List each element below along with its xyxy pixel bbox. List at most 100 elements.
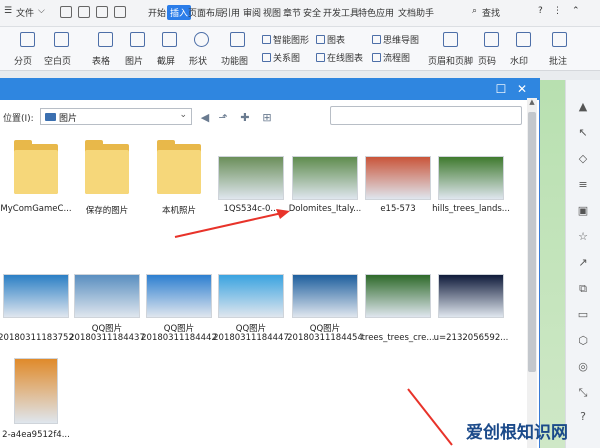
blank-page-button[interactable]: 空白页 (44, 54, 71, 67)
menu-home[interactable]: 开始 (148, 6, 166, 19)
image-item[interactable]: e15-573 (362, 136, 434, 226)
annotation-arrow (407, 388, 453, 446)
hamburger-icon[interactable]: ☰ (4, 6, 12, 16)
search-label[interactable]: 查找 (482, 6, 500, 19)
save-icon[interactable] (60, 6, 72, 18)
help-icon[interactable]: ? (538, 6, 543, 16)
menu-file[interactable]: 文件 (16, 6, 34, 19)
menu-section[interactable]: 章节 (283, 6, 301, 19)
online-chart-button[interactable]: 在线图表 (316, 51, 363, 64)
file-name-label: 20180311184447 (213, 333, 289, 343)
image-thumbnail (292, 156, 358, 200)
menu-page-layout[interactable]: 页面布局 (188, 6, 224, 19)
watermark-text: 爱创根知识网 (466, 423, 568, 443)
cursor-icon[interactable]: ↖ (576, 126, 590, 140)
search-input[interactable] (330, 106, 522, 125)
menu-doc-assistant[interactable]: 文档助手 (398, 6, 434, 19)
resize-icon[interactable]: ⤡ (576, 386, 590, 400)
image-item[interactable]: u=2132056592... (434, 254, 508, 344)
image-item[interactable]: 2-a4ea9512f4... (0, 358, 72, 448)
file-name-label: u=2132056592... (433, 333, 509, 343)
compass-icon[interactable]: ◎ (576, 360, 590, 374)
screenshot-button[interactable]: 截屏 (157, 54, 175, 67)
image-item[interactable]: QQ图片 20180311184454 (287, 254, 363, 344)
star-icon[interactable]: ☆ (576, 230, 590, 244)
settings-sliders-icon[interactable]: ≡ (576, 178, 590, 192)
image-thumbnail (3, 274, 69, 318)
page-number-button[interactable]: 页码 (478, 54, 496, 67)
comment-button[interactable]: 批注 (549, 54, 567, 67)
table-button[interactable]: 表格 (92, 54, 110, 67)
watermark-button[interactable]: 水印 (510, 54, 528, 67)
function-chart-icon[interactable] (230, 32, 245, 47)
document-background (540, 80, 565, 448)
location-dropdown[interactable]: 图片 ⌄ (40, 108, 192, 125)
menu-special-apps[interactable]: 特色应用 (358, 6, 394, 19)
chart-button[interactable]: 图表 (316, 33, 345, 46)
menu-security[interactable]: 安全 (303, 6, 321, 19)
file-name-label: 2-a4ea9512f4... (2, 430, 70, 440)
chevron-down-icon: ⌄ (179, 110, 187, 120)
more-icon[interactable]: ⋮ (553, 6, 562, 16)
box-icon[interactable]: ▭ (576, 308, 590, 322)
picture-icon[interactable] (130, 32, 145, 47)
menu-review[interactable]: 审阅 (243, 6, 261, 19)
close-icon[interactable]: ✕ (514, 81, 530, 97)
image-item[interactable]: trees_trees_cre... (362, 254, 434, 344)
table-icon[interactable] (98, 32, 113, 47)
ribbon-toolbar: 分页 空白页 表格 图片 截屏 形状 功能图 智能图形 关系图 图表 在线图表 … (0, 27, 600, 71)
page-break-icon[interactable] (20, 32, 35, 47)
scroll-up-arrow[interactable]: ▲ (527, 98, 537, 108)
page-break-button[interactable]: 分页 (14, 54, 32, 67)
flowchart-icon (372, 53, 381, 62)
chevron-down-icon[interactable]: ⌵ (38, 6, 45, 16)
image-item[interactable]: QQ图片 20180311184442 (141, 254, 217, 344)
folder-item[interactable]: MyComGameC... (0, 136, 72, 226)
blank-page-icon[interactable] (54, 32, 69, 47)
smart-graphic-button[interactable]: 智能图形 (262, 33, 309, 46)
scroll-up-icon[interactable]: ▲ (576, 100, 590, 114)
page-number-icon[interactable] (484, 32, 499, 47)
screenshot-icon[interactable] (162, 32, 177, 47)
relation-chart-button[interactable]: 关系图 (262, 51, 300, 64)
mind-map-button[interactable]: 思维导图 (372, 33, 419, 46)
image-thumbnail (438, 274, 504, 318)
flowchart-button[interactable]: 流程图 (372, 51, 410, 64)
function-chart-button[interactable]: 功能图 (221, 54, 248, 67)
shape-tool-icon[interactable]: ◇ (576, 152, 590, 166)
back-icon[interactable]: ◀ (198, 111, 212, 125)
shape-button[interactable]: 形状 (189, 54, 207, 67)
cube-icon[interactable]: ⬡ (576, 334, 590, 348)
menu-bar: ☰ 文件 ⌵ 开始 插入 页面布局 引用 审阅 视图 章节 安全 开发工具 特色… (0, 0, 600, 27)
help-circle-icon[interactable]: ? (576, 410, 590, 424)
menu-view[interactable]: 视图 (263, 6, 281, 19)
menu-references[interactable]: 引用 (222, 6, 240, 19)
folder-item[interactable]: 保存的图片 (71, 136, 143, 226)
menu-developer[interactable]: 开发工具 (323, 6, 359, 19)
watermark-icon[interactable] (516, 32, 531, 47)
image-item[interactable]: QQ图片 20180311184447 (213, 254, 289, 344)
comment-icon[interactable] (552, 32, 567, 47)
maximize-icon[interactable]: ☐ (493, 81, 509, 97)
layers-icon[interactable]: ⧉ (576, 282, 590, 296)
new-folder-icon[interactable]: ✚ (238, 111, 252, 125)
picture-button[interactable]: 图片 (125, 54, 143, 67)
image-item[interactable]: hills_trees_lands... (432, 136, 510, 226)
shape-icon[interactable] (194, 32, 209, 47)
vertical-scrollbar[interactable]: ▲ (527, 98, 537, 448)
scroll-thumb[interactable] (528, 112, 536, 372)
image-item[interactable]: QQ图片 20180311184437 (69, 254, 145, 344)
preview-icon[interactable] (96, 6, 108, 18)
collapse-icon[interactable]: ⌃ (572, 6, 580, 16)
print-icon[interactable] (78, 6, 90, 18)
header-footer-icon[interactable] (443, 32, 458, 47)
search-icon[interactable]: ⌕ (472, 6, 477, 16)
image-tool-icon[interactable]: ▣ (576, 204, 590, 218)
header-footer-button[interactable]: 页眉和页脚 (428, 54, 473, 67)
image-item[interactable]: 20180311183752 (0, 254, 74, 344)
up-folder-icon[interactable]: ⬏ (216, 111, 230, 125)
image-thumbnail (438, 156, 504, 200)
share-icon[interactable]: ↗ (576, 256, 590, 270)
view-grid-icon[interactable]: ⊞ (260, 111, 274, 125)
undo-icon[interactable] (114, 6, 126, 18)
